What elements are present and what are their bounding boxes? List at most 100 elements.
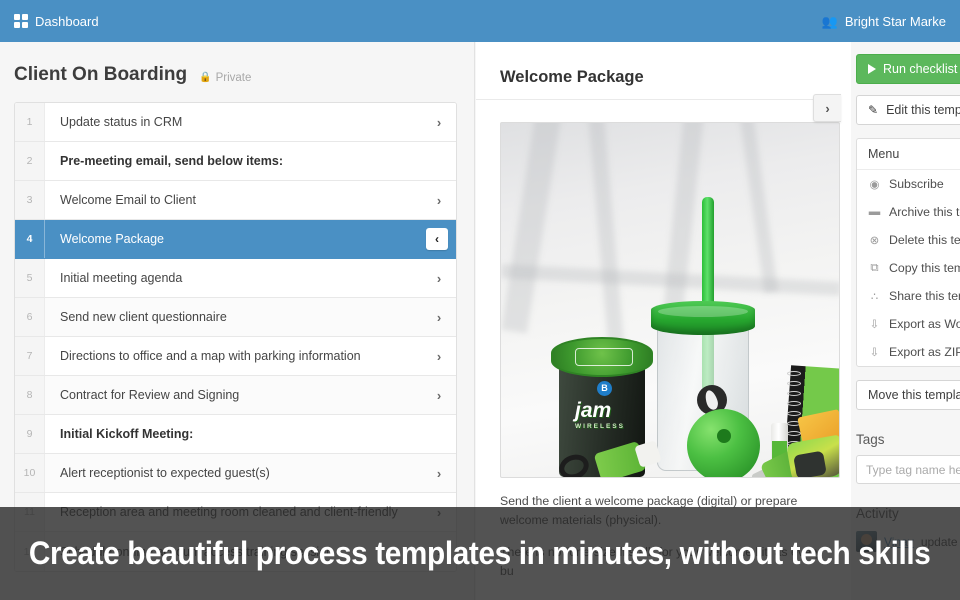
menu-item-label: Copy this tem [889, 261, 960, 275]
task-number: 8 [15, 376, 45, 414]
run-checklist-label: Run checklist [883, 62, 958, 76]
speaker-brand-text: jam WIRELESS [575, 399, 625, 430]
people-icon: 👥 [821, 13, 838, 29]
task-row[interactable]: 2 Pre-meeting email, send below items: [15, 142, 456, 181]
task-label: Initial meeting agenda [60, 271, 183, 285]
grid-icon [14, 14, 28, 28]
template-header: Client On Boarding 🔒 Private [0, 42, 474, 102]
task-image-wrapper: associatedstudents, incwww.asi.com jamWI… [476, 100, 851, 478]
menu-item-label: Export as Wo [889, 317, 960, 331]
menu-item-label: Archive this te [889, 205, 960, 219]
menu-item-label: Share this ten [889, 289, 960, 303]
task-row[interactable]: 10 Alert receptionist to expected guest(s… [15, 454, 456, 493]
task-label: Pre-meeting email, send below items: [60, 154, 283, 168]
task-row[interactable]: 1 Update status in CRM › [15, 103, 456, 142]
chevron-right-icon: › [436, 309, 442, 325]
task-label: Initial Kickoff Meeting: [60, 427, 194, 441]
chevron-right-icon: › [436, 270, 442, 286]
navbar-brand[interactable]: Dashboard [14, 14, 99, 29]
pencil-icon: ✎ [868, 103, 879, 117]
chevron-right-icon: › [825, 100, 830, 116]
menu-item[interactable]: ⇩ Export as Wo [857, 310, 960, 338]
task-number: 4 [15, 220, 45, 258]
task-row[interactable]: 7 Directions to office and a map with par… [15, 337, 456, 376]
delete-icon: ⊗ [869, 235, 880, 247]
navbar-organization[interactable]: 👥 Bright Star Marke [822, 14, 946, 29]
app-root: Dashboard 👥 Bright Star Marke Client On … [0, 0, 960, 600]
task-label: Welcome Package [60, 232, 164, 246]
menu-list: ◉ Subscribe ▬ Archive this te ⊗ Delete this t… [857, 170, 960, 366]
task-collapse-button[interactable]: ‹ [422, 220, 456, 258]
task-expand-button[interactable]: › [422, 298, 456, 336]
tag-input-placeholder: Type tag name he [866, 462, 960, 477]
run-checklist-button[interactable]: Run checklist [856, 54, 960, 84]
top-navbar: Dashboard 👥 Bright Star Marke [0, 0, 960, 42]
next-task-button[interactable]: › [813, 94, 841, 122]
task-expand-button [422, 415, 456, 453]
move-template-button[interactable]: Move this templa [856, 380, 960, 410]
promo-overlay: Create beautiful process templates in mi… [0, 507, 960, 600]
menu-item-label: Delete this ter [889, 233, 960, 247]
task-label: Directions to office and a map with park… [60, 349, 361, 363]
task-label: Welcome Email to Client [60, 193, 196, 207]
task-expand-button[interactable]: › [422, 337, 456, 375]
chevron-right-icon: › [436, 465, 442, 481]
task-expand-button[interactable]: › [422, 454, 456, 492]
menu-title: Menu [857, 139, 960, 170]
share-icon: ∴ [870, 291, 879, 303]
chevron-right-icon: › [436, 348, 442, 364]
menu-item[interactable]: ⧉ Copy this tem [857, 254, 960, 282]
task-row[interactable]: 6 Send new client questionnaire › [15, 298, 456, 337]
task-detail-header: Welcome Package [476, 42, 841, 100]
task-number: 7 [15, 337, 45, 375]
menu-item[interactable]: ▬ Archive this te [857, 198, 960, 226]
task-expand-button[interactable]: › [422, 103, 456, 141]
task-label: Update status in CRM [60, 115, 183, 129]
task-row[interactable]: 3 Welcome Email to Client › [15, 181, 456, 220]
task-expand-button [422, 142, 456, 180]
chevron-right-icon: › [436, 192, 442, 208]
chevron-right-icon: › [436, 387, 442, 403]
task-expand-button[interactable]: › [422, 181, 456, 219]
menu-item[interactable]: ∴ Share this ten [857, 282, 960, 310]
eye-icon: ◉ [869, 179, 880, 191]
menu-item[interactable]: ⊗ Delete this ter [857, 226, 960, 254]
download-icon: ⇩ [869, 319, 880, 331]
task-list: 1 Update status in CRM › 2 Pre-meeting email… [14, 102, 457, 572]
bluetooth-icon: B [597, 381, 612, 396]
task-row[interactable]: 8 Contract for Review and Signing › [15, 376, 456, 415]
menu-item[interactable]: ⇩ Export as ZIP [857, 338, 960, 366]
move-template-label: Move this templa [868, 388, 960, 402]
edit-template-label: Edit this temp [886, 103, 960, 117]
task-label: Contract for Review and Signing [60, 388, 240, 402]
privacy-label: Private [215, 71, 252, 84]
copy-icon: ⧉ [870, 261, 879, 274]
task-number: 10 [15, 454, 45, 492]
task-row[interactable]: 4 Welcome Package ‹ [15, 220, 456, 259]
task-row[interactable]: 5 Initial meeting agenda › [15, 259, 456, 298]
tags-title: Tags [856, 432, 885, 447]
task-expand-button[interactable]: › [422, 376, 456, 414]
stress-ball-item [687, 409, 760, 477]
chevron-right-icon: › [436, 114, 442, 130]
welcome-kit-photo: associatedstudents, incwww.asi.com jamWI… [500, 122, 840, 478]
task-expand-button[interactable]: › [422, 259, 456, 297]
promo-caption: Create beautiful process templates in mi… [29, 535, 931, 571]
tag-input[interactable]: Type tag name he [856, 455, 960, 484]
privacy-badge: 🔒 Private [199, 72, 251, 84]
menu-item[interactable]: ◉ Subscribe [857, 170, 960, 198]
menu-panel: Menu ◉ Subscribe ▬ Archive this te ⊗ Delete t… [856, 138, 960, 367]
edit-template-button[interactable]: ✎ Edit this temp [856, 95, 960, 125]
menu-item-label: Subscribe [889, 177, 944, 191]
navbar-org-label: Bright Star Marke [844, 13, 946, 29]
task-number: 6 [15, 298, 45, 336]
archive-icon: ▬ [868, 206, 881, 218]
lock-icon: 🔒 [199, 72, 212, 83]
task-detail-title: Welcome Package [500, 68, 644, 86]
stress-ball-logo [717, 429, 731, 443]
navbar-brand-label: Dashboard [35, 13, 99, 29]
task-number: 9 [15, 415, 45, 453]
menu-item-label: Export as ZIP [889, 345, 960, 359]
task-number: 1 [15, 103, 45, 141]
task-row[interactable]: 9 Initial Kickoff Meeting: [15, 415, 456, 454]
